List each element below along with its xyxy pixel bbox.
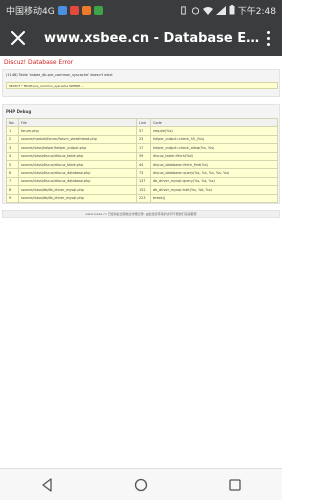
trace-cell: 223 [136, 193, 151, 203]
trace-cell: 7 [6, 176, 19, 187]
error-box: (1146) Table 'xsbee_db.pre_common_syscac… [2, 69, 280, 97]
alarm-icon [191, 6, 199, 15]
clock: 下午2:48 [237, 6, 276, 17]
trace-table: No. File Line Code 1 forum.php 57 require(%… [6, 117, 278, 203]
trace-cell: helper_output::check_allow(%s, %s) [150, 143, 278, 153]
trace-cell: discuz_database::query(%s, %s, %s, %s, %… [150, 168, 278, 178]
error-message: (1146) Table 'xsbee_db.pre_common_syscac… [6, 73, 113, 77]
trace-cell: source/class/db/db_driver_mysql.php [18, 185, 137, 195]
trace-header-row: No. File Line Code [6, 117, 278, 128]
table-row: 9 source/class/db/db_driver_mysql.php 223 b… [6, 193, 278, 203]
notification-icon-3 [81, 5, 91, 15]
close-button[interactable] [6, 26, 30, 50]
trace-header-line: Line [136, 117, 151, 128]
trace-header-file: File [18, 117, 137, 128]
signal-icon [215, 5, 226, 15]
trace-cell: discuz_database::fetch_first(%s) [150, 159, 278, 170]
notification-icon-1 [57, 5, 67, 15]
table-row: 7 source/class/discuz/discuz_database.php… [6, 176, 278, 187]
trace-cell: 8 [6, 185, 19, 195]
page-title: www.xsbee.cn - Database Er... [44, 30, 260, 46]
table-row: 6 source/class/discuz/discuz_database.php… [6, 168, 278, 178]
trace-cell: 17 [136, 143, 151, 153]
trace-cell: 1 [6, 126, 19, 136]
trace-cell: 44 [136, 159, 151, 170]
home-icon [134, 478, 148, 491]
php-debug-box: PHP Debug No. File Line Code 1 forum.php 5… [2, 104, 280, 204]
vibrate-icon [181, 5, 186, 15]
close-icon [11, 31, 25, 45]
trace-cell: break() [150, 193, 278, 203]
error-title: Discuz! Database Error [4, 59, 74, 66]
trace-cell: 2 [6, 134, 19, 145]
more-vert-icon[interactable] [260, 26, 276, 50]
trace-cell: 6 [6, 168, 19, 178]
trace-cell: source/class/discuz/discuz_table.php [18, 151, 137, 161]
table-row: 3 source/class/helper/helper_output.php 17… [6, 143, 278, 153]
battery-icon [229, 5, 235, 15]
android-nav-bar [0, 468, 282, 500]
trace-header-code: Code [150, 117, 278, 128]
trace-cell: source/class/db/db_driver_mysql.php [18, 193, 137, 203]
table-row: 8 source/class/db/db_driver_mysql.php 152 d… [6, 185, 278, 195]
trace-cell: 137 [136, 176, 151, 187]
trace-cell: source/class/helper/helper_output.php [18, 143, 137, 153]
web-content: Discuz! Database Error (1146) Table 'xsb… [0, 56, 282, 468]
trace-cell: 152 [136, 185, 151, 195]
table-row: 1 forum.php 57 require(%s) [6, 126, 278, 136]
trace-cell: source/class/discuz/discuz_database.php [18, 168, 137, 178]
table-row: 5 source/class/discuz/discuz_table.php 44 d… [6, 159, 278, 170]
carrier-label: 中国移动4G [6, 6, 55, 17]
trace-cell: source/module/forum/forum_viewthread.php [18, 134, 137, 145]
status-right: 下午2:48 [179, 4, 276, 17]
trace-cell: 57 [136, 126, 151, 136]
error-sql: SELECT * FROM pre_common_syscache WHERE … [6, 82, 278, 89]
recents-button[interactable] [223, 473, 247, 497]
trace-cell: 9 [6, 193, 19, 203]
trace-cell: source/class/discuz/discuz_table.php [18, 159, 137, 170]
status-left: 中国移动4G [6, 4, 103, 17]
table-row: 2 source/module/forum/forum_viewthread.ph… [6, 134, 278, 145]
trace-cell: 5 [6, 159, 19, 170]
recents-icon [229, 478, 241, 491]
back-button[interactable] [35, 473, 59, 497]
trace-cell: forum.php [18, 126, 137, 136]
trace-cell: db_driver_mysql::query(%s, %s, %s) [150, 176, 278, 187]
notification-icon-2 [69, 5, 79, 15]
status-bar: 中国移动4G 下午2:48 [0, 0, 282, 20]
table-row: 4 source/class/discuz/discuz_table.php 59 d… [6, 151, 278, 161]
trace-cell: discuz_table::fetch(%d) [150, 151, 278, 161]
wifi-icon [202, 6, 213, 15]
trace-cell: require(%s) [150, 126, 278, 136]
trace-cell: 73 [136, 168, 151, 178]
trace-cell: 3 [6, 143, 19, 153]
notification-icon-4 [93, 5, 103, 15]
trace-cell: 4 [6, 151, 19, 161]
trace-header-no: No. [6, 117, 19, 128]
trace-cell: db_driver_mysql::halt(%s, %d, %s) [150, 185, 278, 195]
php-debug-title: PHP Debug [6, 109, 32, 114]
error-footer: www.xsbee.cn 已经将此出错信息详细记录, 由此给您带来的访问不便我们… [2, 210, 280, 218]
trace-cell: source/class/discuz/discuz_database.php [18, 176, 137, 187]
trace-cell: 23 [136, 134, 151, 145]
browser-toolbar: www.xsbee.cn - Database Er... [0, 20, 282, 56]
home-button[interactable] [129, 473, 153, 497]
trace-cell: 59 [136, 151, 151, 161]
trace-cell: helper_output::check_h5_(%s) [150, 134, 278, 145]
back-icon [42, 477, 52, 492]
